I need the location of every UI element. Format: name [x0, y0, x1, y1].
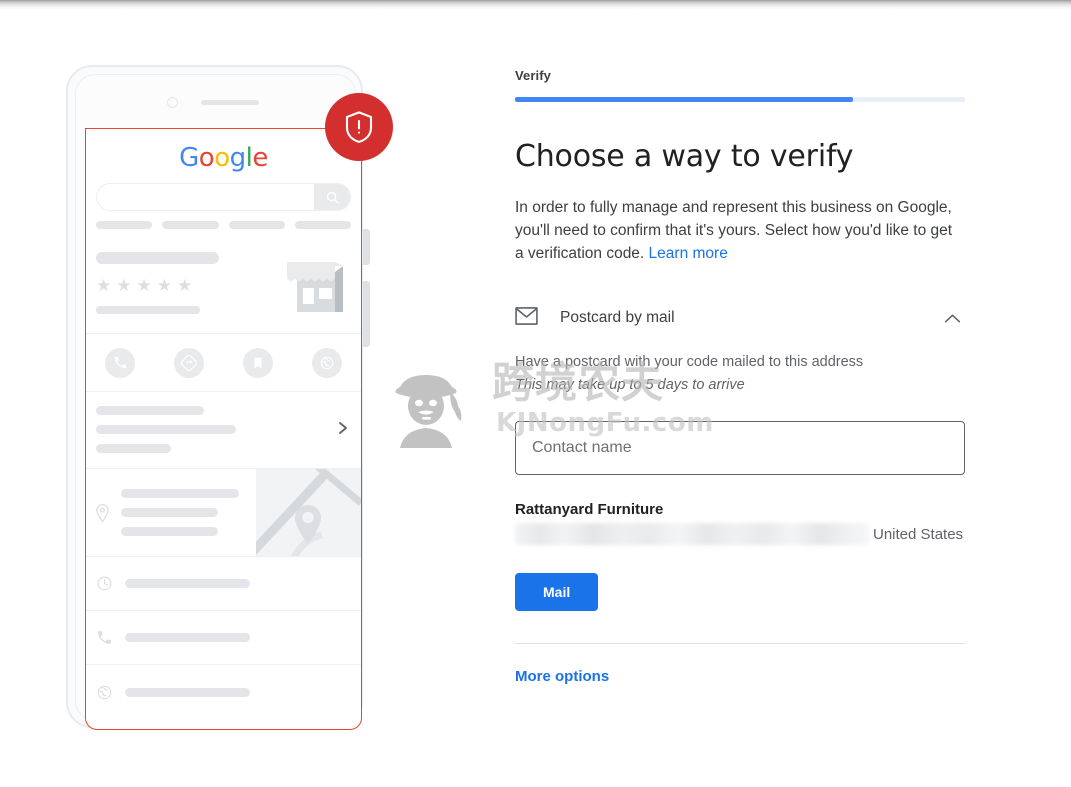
star-icon: ★ — [177, 276, 193, 295]
contact-name-input[interactable] — [515, 421, 965, 475]
storefront-icon — [287, 262, 343, 312]
info-line-placeholder — [96, 444, 171, 453]
google-logo: Google — [86, 129, 361, 179]
farmer-logo-icon — [395, 375, 462, 448]
star-icon: ★ — [96, 276, 112, 295]
business-subtitle-placeholder — [96, 306, 200, 314]
map-pin-icon — [96, 503, 109, 523]
preview-map-thumbnail — [256, 469, 361, 556]
logo-letter-g: g — [229, 143, 247, 173]
phone-speaker — [201, 100, 259, 105]
address-country: United States — [873, 526, 964, 543]
phone-icon — [98, 631, 111, 644]
description-text: In order to fully manage and represent t… — [515, 199, 953, 262]
page-canvas: Google ★ ★ ★ ★ ★ Verify Choose a way to … — [0, 10, 1071, 787]
step-label: Verify — [515, 68, 552, 83]
search-icon — [314, 184, 350, 210]
preview-address-left — [86, 469, 256, 556]
chip-placeholder — [162, 221, 219, 229]
option-delivery-note: This may take up to 5 days to arrive — [515, 377, 745, 393]
phone-camera-icon — [167, 97, 178, 108]
clock-icon — [97, 576, 112, 591]
info-line-placeholder — [96, 406, 204, 415]
logo-letter-o2: o — [214, 143, 230, 173]
preview-info-block — [86, 392, 361, 469]
option-description: Have a postcard with your code mailed to… — [515, 354, 864, 370]
business-title-placeholder — [96, 252, 219, 264]
preview-search-bar — [96, 183, 351, 211]
star-icon: ★ — [116, 276, 132, 295]
learn-more-link[interactable]: Learn more — [649, 245, 728, 262]
preview-action-row — [86, 334, 361, 392]
more-options-link[interactable]: More options — [515, 668, 609, 685]
phone-number-placeholder — [125, 633, 250, 642]
info-line-placeholder — [96, 425, 236, 434]
star-icon: ★ — [136, 276, 152, 295]
panel-divider — [515, 643, 965, 644]
preview-logo-section: Google — [86, 129, 361, 240]
address-line-placeholder — [121, 527, 218, 536]
mail-button[interactable]: Mail — [515, 573, 599, 611]
chevron-up-icon[interactable] — [941, 307, 963, 329]
star-icon: ★ — [156, 276, 172, 295]
address-redaction-blur — [515, 523, 870, 545]
website-placeholder — [125, 687, 250, 697]
option-postcard-header[interactable]: Postcard by mail — [515, 305, 965, 331]
business-name: Rattanyard Furniture — [515, 501, 664, 518]
address-line-placeholder — [121, 489, 239, 498]
address-line-placeholder — [121, 508, 218, 517]
envelope-icon — [515, 306, 538, 330]
verification-form-panel: Verify Choose a way to verify In order t… — [515, 10, 965, 686]
preview-search-wrap — [86, 179, 361, 221]
page-title: Choose a way to verify — [515, 139, 854, 174]
shield-alert-icon — [325, 93, 393, 161]
progress-bar-fill — [515, 97, 853, 102]
logo-letter-G: G — [179, 143, 199, 173]
globe-icon — [97, 685, 112, 699]
browser-chrome-shadow — [0, 0, 1071, 10]
phone-side-button-bottom — [363, 281, 370, 347]
business-address: United States — [515, 523, 965, 545]
phone-side-button-top — [363, 229, 370, 265]
phone-icon — [105, 347, 136, 378]
preview-phone-row — [86, 611, 361, 665]
chip-placeholder — [294, 221, 351, 229]
preview-website-row — [86, 665, 361, 719]
phone-screen: Google ★ ★ ★ ★ ★ — [85, 128, 362, 730]
progress-bar — [515, 97, 965, 102]
chevron-right-icon — [337, 420, 349, 440]
hours-placeholder — [125, 579, 250, 588]
option-title: Postcard by mail — [560, 309, 675, 326]
phone-preview-illustration: Google ★ ★ ★ ★ ★ — [66, 65, 393, 735]
preview-address-lines — [121, 489, 256, 536]
preview-chips-row — [86, 221, 361, 240]
bookmark-icon — [242, 347, 273, 378]
chip-placeholder — [228, 221, 285, 229]
preview-address-block — [86, 469, 361, 557]
chip-placeholder — [96, 221, 153, 229]
page-description: In order to fully manage and represent t… — [515, 196, 963, 265]
preview-business-header: ★ ★ ★ ★ ★ — [86, 240, 361, 334]
website-icon — [311, 347, 342, 378]
logo-letter-o1: o — [198, 143, 215, 173]
directions-icon — [174, 347, 205, 378]
logo-letter-e: e — [252, 143, 268, 173]
preview-hours-row — [86, 557, 361, 611]
